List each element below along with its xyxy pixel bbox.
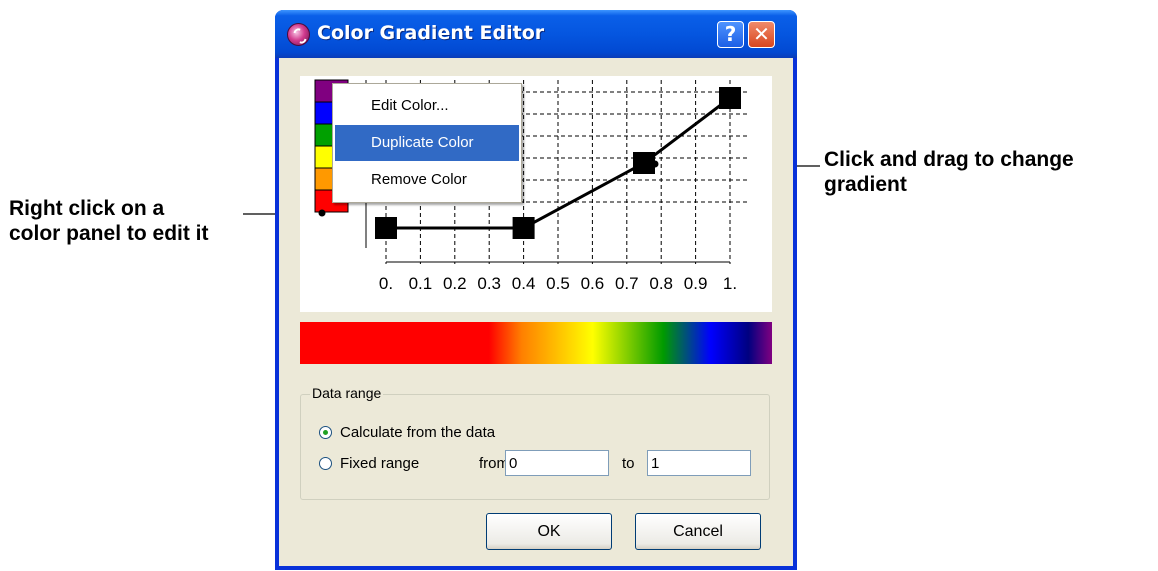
help-button[interactable]: ? <box>717 21 744 48</box>
control-point-handle[interactable] <box>512 217 535 239</box>
annotation-right-click: Right click on a color panel to edit it <box>9 197 209 245</box>
x-tick-label: 0.6 <box>581 274 605 293</box>
to-label: to <box>622 455 635 472</box>
annotation-dot-right <box>651 160 659 168</box>
x-tick-label: 1. <box>723 274 737 293</box>
x-tick-label: 0. <box>379 274 393 293</box>
x-tick-label: 0.7 <box>615 274 639 293</box>
close-button[interactable]: ✕ <box>748 21 775 48</box>
menu-item-remove-color[interactable]: Remove Color <box>335 162 519 198</box>
radio-fixed-range[interactable]: Fixed range <box>319 454 419 474</box>
radio-calculate-from-data[interactable]: Calculate from the data <box>319 423 495 443</box>
from-input[interactable] <box>505 450 609 476</box>
annotation-drag-gradient: Click and drag to change gradient <box>824 148 1074 196</box>
ok-button[interactable]: OK <box>486 513 612 550</box>
context-menu: Edit Color... Duplicate Color Remove Col… <box>332 83 522 203</box>
radio-calculate-indicator[interactable] <box>319 426 332 439</box>
title-bar[interactable]: Color Gradient Editor ? ✕ <box>275 10 797 58</box>
x-tick-label: 0.1 <box>409 274 433 293</box>
menu-item-edit-color[interactable]: Edit Color... <box>335 88 519 124</box>
radio-calculate-label: Calculate from the data <box>340 424 496 441</box>
gradient-preview-bar <box>300 322 772 364</box>
app-icon <box>287 23 310 46</box>
x-tick-label: 0.8 <box>649 274 673 293</box>
control-point-handle[interactable] <box>719 87 741 109</box>
control-point-handle[interactable] <box>375 217 397 239</box>
to-input[interactable] <box>647 450 751 476</box>
data-range-group: Data range Calculate from the data Fixed… <box>300 385 770 500</box>
cancel-button[interactable]: Cancel <box>635 513 761 550</box>
x-tick-label: 0.4 <box>512 274 536 293</box>
x-tick-label: 0.5 <box>546 274 570 293</box>
window-title: Color Gradient Editor <box>317 22 545 44</box>
annotation-dot-left <box>318 209 326 217</box>
radio-fixed-indicator[interactable] <box>319 457 332 470</box>
x-tick-label: 0.9 <box>684 274 708 293</box>
radio-fixed-label: Fixed range <box>340 455 420 472</box>
menu-item-duplicate-color[interactable]: Duplicate Color <box>335 125 519 161</box>
x-tick-label: 0.3 <box>477 274 501 293</box>
data-range-title: Data range <box>310 385 384 401</box>
x-tick-label: 0.2 <box>443 274 467 293</box>
